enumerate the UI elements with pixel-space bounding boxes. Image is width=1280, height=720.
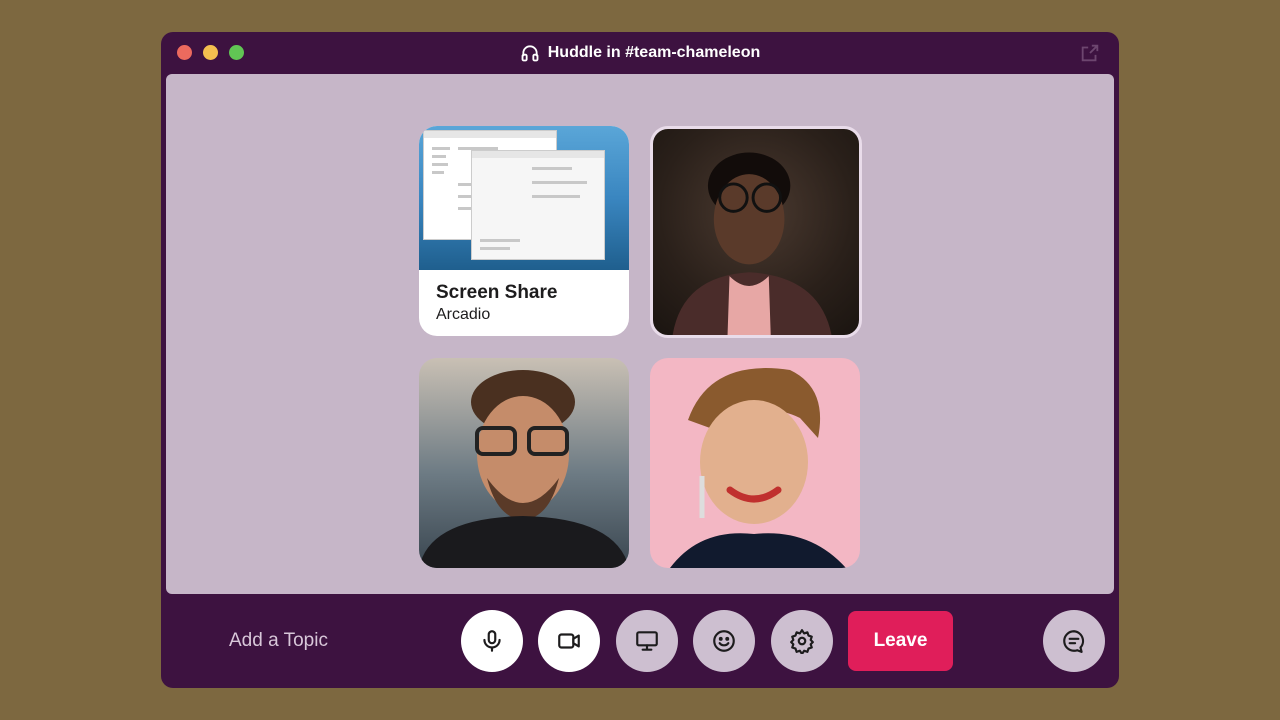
- headphones-icon: [521, 45, 539, 62]
- thread-chat-icon: [1063, 630, 1085, 653]
- screen-share-presenter: Arcadio: [436, 306, 491, 323]
- leave-huddle-button[interactable]: Leave: [848, 611, 953, 671]
- participant-video: [419, 370, 629, 568]
- participant-video-tile[interactable]: [419, 358, 629, 568]
- window-title-text: Huddle in #team-chameleon: [547, 44, 761, 61]
- title-bar: Huddle in #team-chameleon: [161, 32, 1119, 74]
- emoji-reaction-button[interactable]: [693, 610, 755, 672]
- settings-button[interactable]: [771, 610, 833, 672]
- huddle-thread-button[interactable]: [1043, 610, 1105, 672]
- shared-window-thumbnail-2: [471, 150, 605, 260]
- screen-share-title: Screen Share: [436, 282, 558, 303]
- huddle-controls-bar: Add a Topic Leave: [161, 594, 1119, 688]
- share-screen-button[interactable]: [616, 610, 678, 672]
- participant-video-tile[interactable]: [650, 126, 862, 338]
- huddle-window: Huddle in #team-chameleon Screen Share A…: [161, 32, 1119, 688]
- screen-share-label: Screen Share Arcadio: [436, 282, 557, 324]
- participant-video: [672, 152, 832, 335]
- screen-share-icon: [636, 631, 658, 651]
- participant-video-tile[interactable]: [650, 358, 860, 568]
- emoji-icon: [713, 630, 735, 652]
- mute-microphone-button[interactable]: [461, 610, 523, 672]
- popout-icon[interactable]: [1079, 42, 1101, 64]
- video-camera-icon: [558, 633, 580, 649]
- window-title: Huddle in #team-chameleon: [161, 43, 1119, 63]
- microphone-icon: [483, 630, 501, 652]
- screen-share-tile[interactable]: Screen Share Arcadio: [419, 126, 629, 336]
- screen-share-preview: [419, 126, 629, 270]
- toggle-video-button[interactable]: [538, 610, 600, 672]
- add-topic-input[interactable]: Add a Topic: [229, 630, 328, 652]
- participant-video: [670, 368, 846, 568]
- settings-gear-icon: [790, 629, 814, 654]
- video-stage: Screen Share Arcadio: [166, 74, 1114, 594]
